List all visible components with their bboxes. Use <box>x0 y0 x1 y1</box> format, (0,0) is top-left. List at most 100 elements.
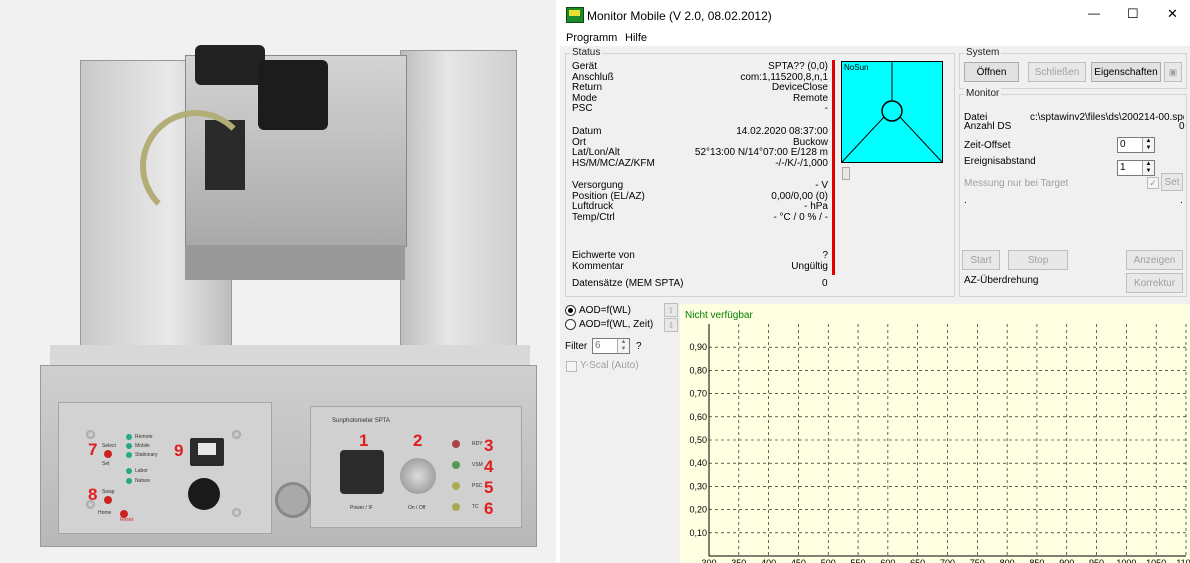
close-icon[interactable]: ✕ <box>1167 6 1178 22</box>
korrektur-button[interactable]: Korrektur <box>1126 273 1183 293</box>
system-legend: System <box>964 47 1002 58</box>
value-latlonalt: 52°13:00 N/14°07:00 E/128 m <box>694 147 828 158</box>
messung-checkbox[interactable]: ✓ <box>1147 177 1159 189</box>
cable <box>140 110 252 222</box>
device-photo: Remote Mobile Stationary Labor Nature Se… <box>0 0 556 563</box>
maximize-icon[interactable]: ☐ <box>1127 6 1139 22</box>
set-button[interactable]: Set <box>1161 173 1183 191</box>
top-lens-housing <box>195 45 265 85</box>
status-labels-1: Gerät Anschluß Return Mode PSC <box>572 61 614 115</box>
y-tick-label: 0,20 <box>689 505 707 515</box>
x-tick-label: 1000 <box>1116 558 1136 563</box>
value-anzahl-ds: 0 <box>1179 121 1185 132</box>
label-tc: TC <box>472 504 479 510</box>
start-button[interactable]: Start <box>962 250 1000 270</box>
minimize-icon[interactable]: — <box>1088 6 1100 20</box>
label-nature: Nature <box>135 478 151 484</box>
value-mode: Remote <box>792 92 828 104</box>
value-return: DeviceClose <box>771 82 828 93</box>
x-tick-label: 900 <box>1059 558 1074 563</box>
label-return: Return <box>572 82 603 93</box>
x-tick-label: 1050 <box>1146 558 1166 563</box>
label-power: Power / IF <box>350 505 373 511</box>
app-icon <box>566 7 584 23</box>
ethernet-port-inner <box>198 443 216 455</box>
value-datei: c:\sptawinv2\files\ds\200214-00.spd <box>1030 112 1184 123</box>
status-labels-3: Versorgung Position (EL/AZ) Luftdruck Te… <box>572 180 645 223</box>
x-tick-label: 950 <box>1089 558 1104 563</box>
filter-question: ? <box>636 341 642 352</box>
label-ereignisabstand: Ereignisabstand <box>964 156 1036 167</box>
label-rdy: RDY <box>472 441 483 447</box>
x-tick-label: 350 <box>731 558 746 563</box>
filter-spinner[interactable]: 6 ▲ ▼ <box>592 338 630 354</box>
label-home: Home <box>98 510 112 516</box>
menu-programm[interactable]: Programm <box>566 32 617 44</box>
label-remote: Remote <box>135 434 153 440</box>
stop-button[interactable]: Stop <box>1008 250 1068 270</box>
y-tick-label: 0,80 <box>689 365 707 375</box>
x-tick-label: 300 <box>701 558 716 563</box>
port-hole <box>275 482 311 518</box>
zeit-offset-spinner[interactable]: 0 ▲ ▼ <box>1117 137 1155 153</box>
marker-4: 4 <box>484 457 494 476</box>
x-tick-label: 500 <box>821 558 836 563</box>
label-swap: Swap <box>102 489 115 495</box>
label-labor: Labor <box>135 468 148 474</box>
value-versorgung: - V <box>815 180 828 191</box>
close-device-button[interactable]: Schließen <box>1028 62 1086 82</box>
anzeigen-button[interactable]: Anzeigen <box>1126 250 1183 270</box>
label-panel-title: Sunphotometer SPTA <box>332 418 390 424</box>
label-datum: Datum <box>572 126 602 137</box>
sun-label: NoSun <box>844 63 869 72</box>
status-labels-4: Eichwerte von Kommentar <box>572 250 635 272</box>
sun-scroll-handle[interactable] <box>842 167 850 180</box>
marker-3: 3 <box>484 436 494 455</box>
x-tick-label: 800 <box>1000 558 1015 563</box>
lens-tube <box>258 60 328 130</box>
label-filter: Filter <box>565 341 588 352</box>
save-icon[interactable]: ▣ <box>1164 62 1182 82</box>
marker-5: 5 <box>484 478 494 497</box>
y-tick-label: 0,40 <box>689 458 707 468</box>
label-anzahl-ds: Anzahl DS <box>964 121 1012 132</box>
yscal-checkbox[interactable] <box>566 361 577 372</box>
properties-button[interactable]: Eigenschaften <box>1091 62 1161 82</box>
aod-chart: 0,10 0,20 0,30 0,40 0,50 0,60 0,70 0,80 0,90 300 3… <box>689 324 1190 563</box>
window-title: Monitor Mobile (V 2.0, 08.02.2012) <box>587 9 772 23</box>
ereignisabstand-spinner[interactable]: 1 ▲ ▼ <box>1117 160 1155 176</box>
menu-hilfe[interactable]: Hilfe <box>625 32 647 44</box>
label-geraet: Gerät <box>572 61 598 72</box>
marker-2: 2 <box>413 431 423 450</box>
status-indicator-bar <box>832 60 835 275</box>
label-kommentar: Kommentar <box>572 260 624 272</box>
label-stationary: Stationary <box>135 452 158 458</box>
menu-bar <box>560 30 1190 46</box>
monitor-mobile-window: Monitor Mobile (V 2.0, 08.02.2012) — ☐ ✕… <box>560 0 1190 563</box>
x-tick-label: 400 <box>761 558 776 563</box>
label-hsmmcazkfm: HS/M/MC/AZ/KFM <box>572 157 655 169</box>
x-tick-label: 450 <box>791 558 806 563</box>
x-tick-label: 600 <box>880 558 895 563</box>
x-tick-label: 700 <box>940 558 955 563</box>
open-button[interactable]: Öffnen <box>964 62 1019 82</box>
arrow-down-icon[interactable]: ⇩ <box>664 318 678 332</box>
radio-aod-wl[interactable] <box>565 305 576 316</box>
label-psc: PSC <box>472 483 483 489</box>
x-tick-label: 850 <box>1029 558 1044 563</box>
value-kommentar: Ungültig <box>791 260 828 272</box>
arrow-up-icon[interactable]: ⇧ <box>664 303 678 317</box>
y-tick-label: 0,60 <box>689 412 707 422</box>
label-onoff: On / Off <box>408 505 426 511</box>
status-values-3: - V 0,00/0,00 (0) - hPa - °C / 0 % / - <box>670 180 828 223</box>
label-radio-aod-wl: AOD=f(WL) <box>579 305 631 316</box>
marker-9: 9 <box>174 441 184 460</box>
status-values-1: SPTA?? (0,0) com:1,115200,8,n,1 DeviceCl… <box>670 61 828 115</box>
radio-aod-wl-zeit[interactable] <box>565 319 576 330</box>
label-datensaetze: Datensätze (MEM SPTA) <box>572 278 684 289</box>
label-temp: Temp/Ctrl <box>572 211 615 223</box>
status-values-4: ? Ungültig <box>670 250 828 272</box>
status-values-2: 14.02.2020 08:37:00 Buckow 52°13:00 N/14… <box>650 126 828 169</box>
label-eichwerte: Eichwerte von <box>572 250 635 261</box>
label-yscal: Y-Scal (Auto) <box>580 360 639 371</box>
